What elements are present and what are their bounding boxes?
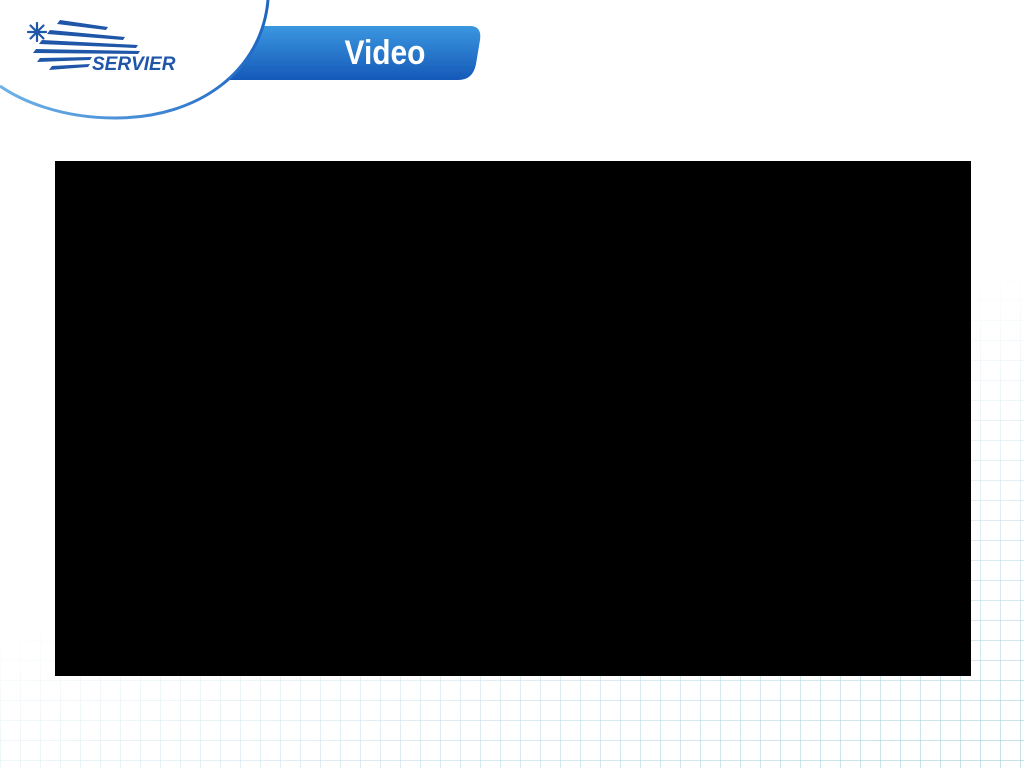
slide: SERVIER Video xyxy=(0,0,1024,768)
video-player[interactable] xyxy=(55,161,971,676)
slide-title: Video xyxy=(344,33,426,72)
servier-star-icon xyxy=(26,21,48,43)
servier-logo-text: SERVIER xyxy=(92,54,176,75)
